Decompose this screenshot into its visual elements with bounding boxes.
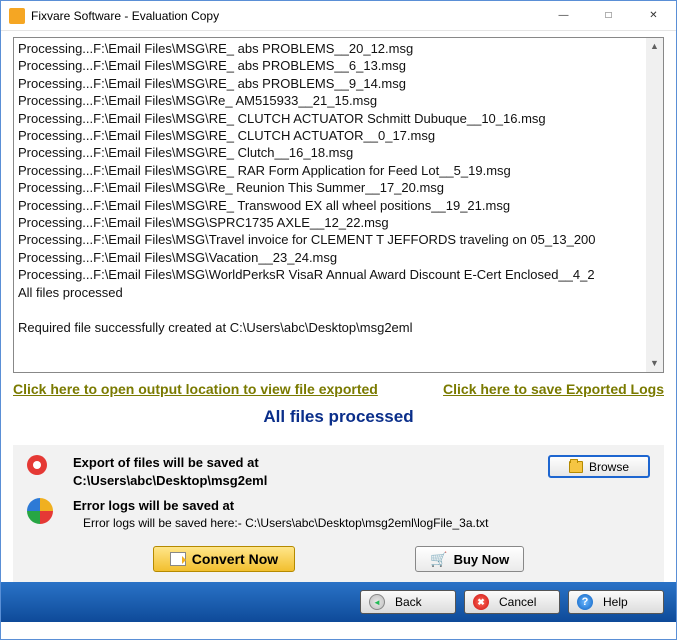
- export-path: C:\Users\abc\Desktop\msg2eml: [73, 473, 548, 488]
- pie-chart-icon: [27, 498, 55, 526]
- location-pin-icon: [27, 455, 55, 483]
- export-path-row: Export of files will be saved at C:\User…: [27, 455, 650, 488]
- browse-button[interactable]: Browse: [548, 455, 650, 478]
- error-log-row: Error logs will be saved at Error logs w…: [27, 498, 650, 530]
- cancel-label: Cancel: [499, 595, 536, 609]
- action-row: Convert Now 🛒 Buy Now: [13, 544, 664, 582]
- save-logs-link[interactable]: Click here to save Exported Logs: [443, 381, 664, 397]
- log-text: Processing...F:\Email Files\MSG\RE_ abs …: [18, 41, 596, 335]
- back-icon: [369, 594, 385, 610]
- error-heading: Error logs will be saved at: [73, 498, 650, 513]
- titlebar: Fixvare Software - Evaluation Copy — □ ✕: [1, 1, 676, 31]
- buy-button[interactable]: 🛒 Buy Now: [415, 546, 524, 572]
- scrollbar[interactable]: ▲▼: [646, 38, 663, 372]
- help-label: Help: [603, 595, 628, 609]
- cancel-button[interactable]: Cancel: [464, 590, 560, 614]
- scroll-down-icon[interactable]: ▼: [646, 355, 663, 372]
- open-output-link[interactable]: Click here to open output location to vi…: [13, 381, 378, 397]
- minimize-button[interactable]: —: [541, 1, 586, 30]
- app-icon: [9, 8, 25, 24]
- scroll-up-icon[interactable]: ▲: [646, 38, 663, 55]
- convert-button[interactable]: Convert Now: [153, 546, 295, 572]
- back-button[interactable]: Back: [360, 590, 456, 614]
- log-output[interactable]: Processing...F:\Email Files\MSG\RE_ abs …: [13, 37, 664, 373]
- cancel-icon: [473, 594, 489, 610]
- help-icon: [577, 594, 593, 610]
- close-button[interactable]: ✕: [631, 1, 676, 30]
- export-heading: Export of files will be saved at: [73, 455, 548, 470]
- window-title: Fixvare Software - Evaluation Copy: [31, 9, 219, 23]
- convert-icon: [170, 552, 186, 566]
- status-message: All files processed: [13, 407, 664, 427]
- settings-panel: Export of files will be saved at C:\User…: [13, 445, 664, 544]
- browse-label: Browse: [589, 460, 629, 474]
- error-path: Error logs will be saved here:- C:\Users…: [73, 516, 650, 530]
- help-button[interactable]: Help: [568, 590, 664, 614]
- cart-icon: 🛒: [430, 551, 447, 568]
- folder-icon: [569, 461, 583, 473]
- convert-label: Convert Now: [192, 551, 278, 567]
- footer: Back Cancel Help: [1, 582, 676, 622]
- maximize-button[interactable]: □: [586, 1, 631, 30]
- buy-label: Buy Now: [454, 552, 510, 567]
- back-label: Back: [395, 595, 422, 609]
